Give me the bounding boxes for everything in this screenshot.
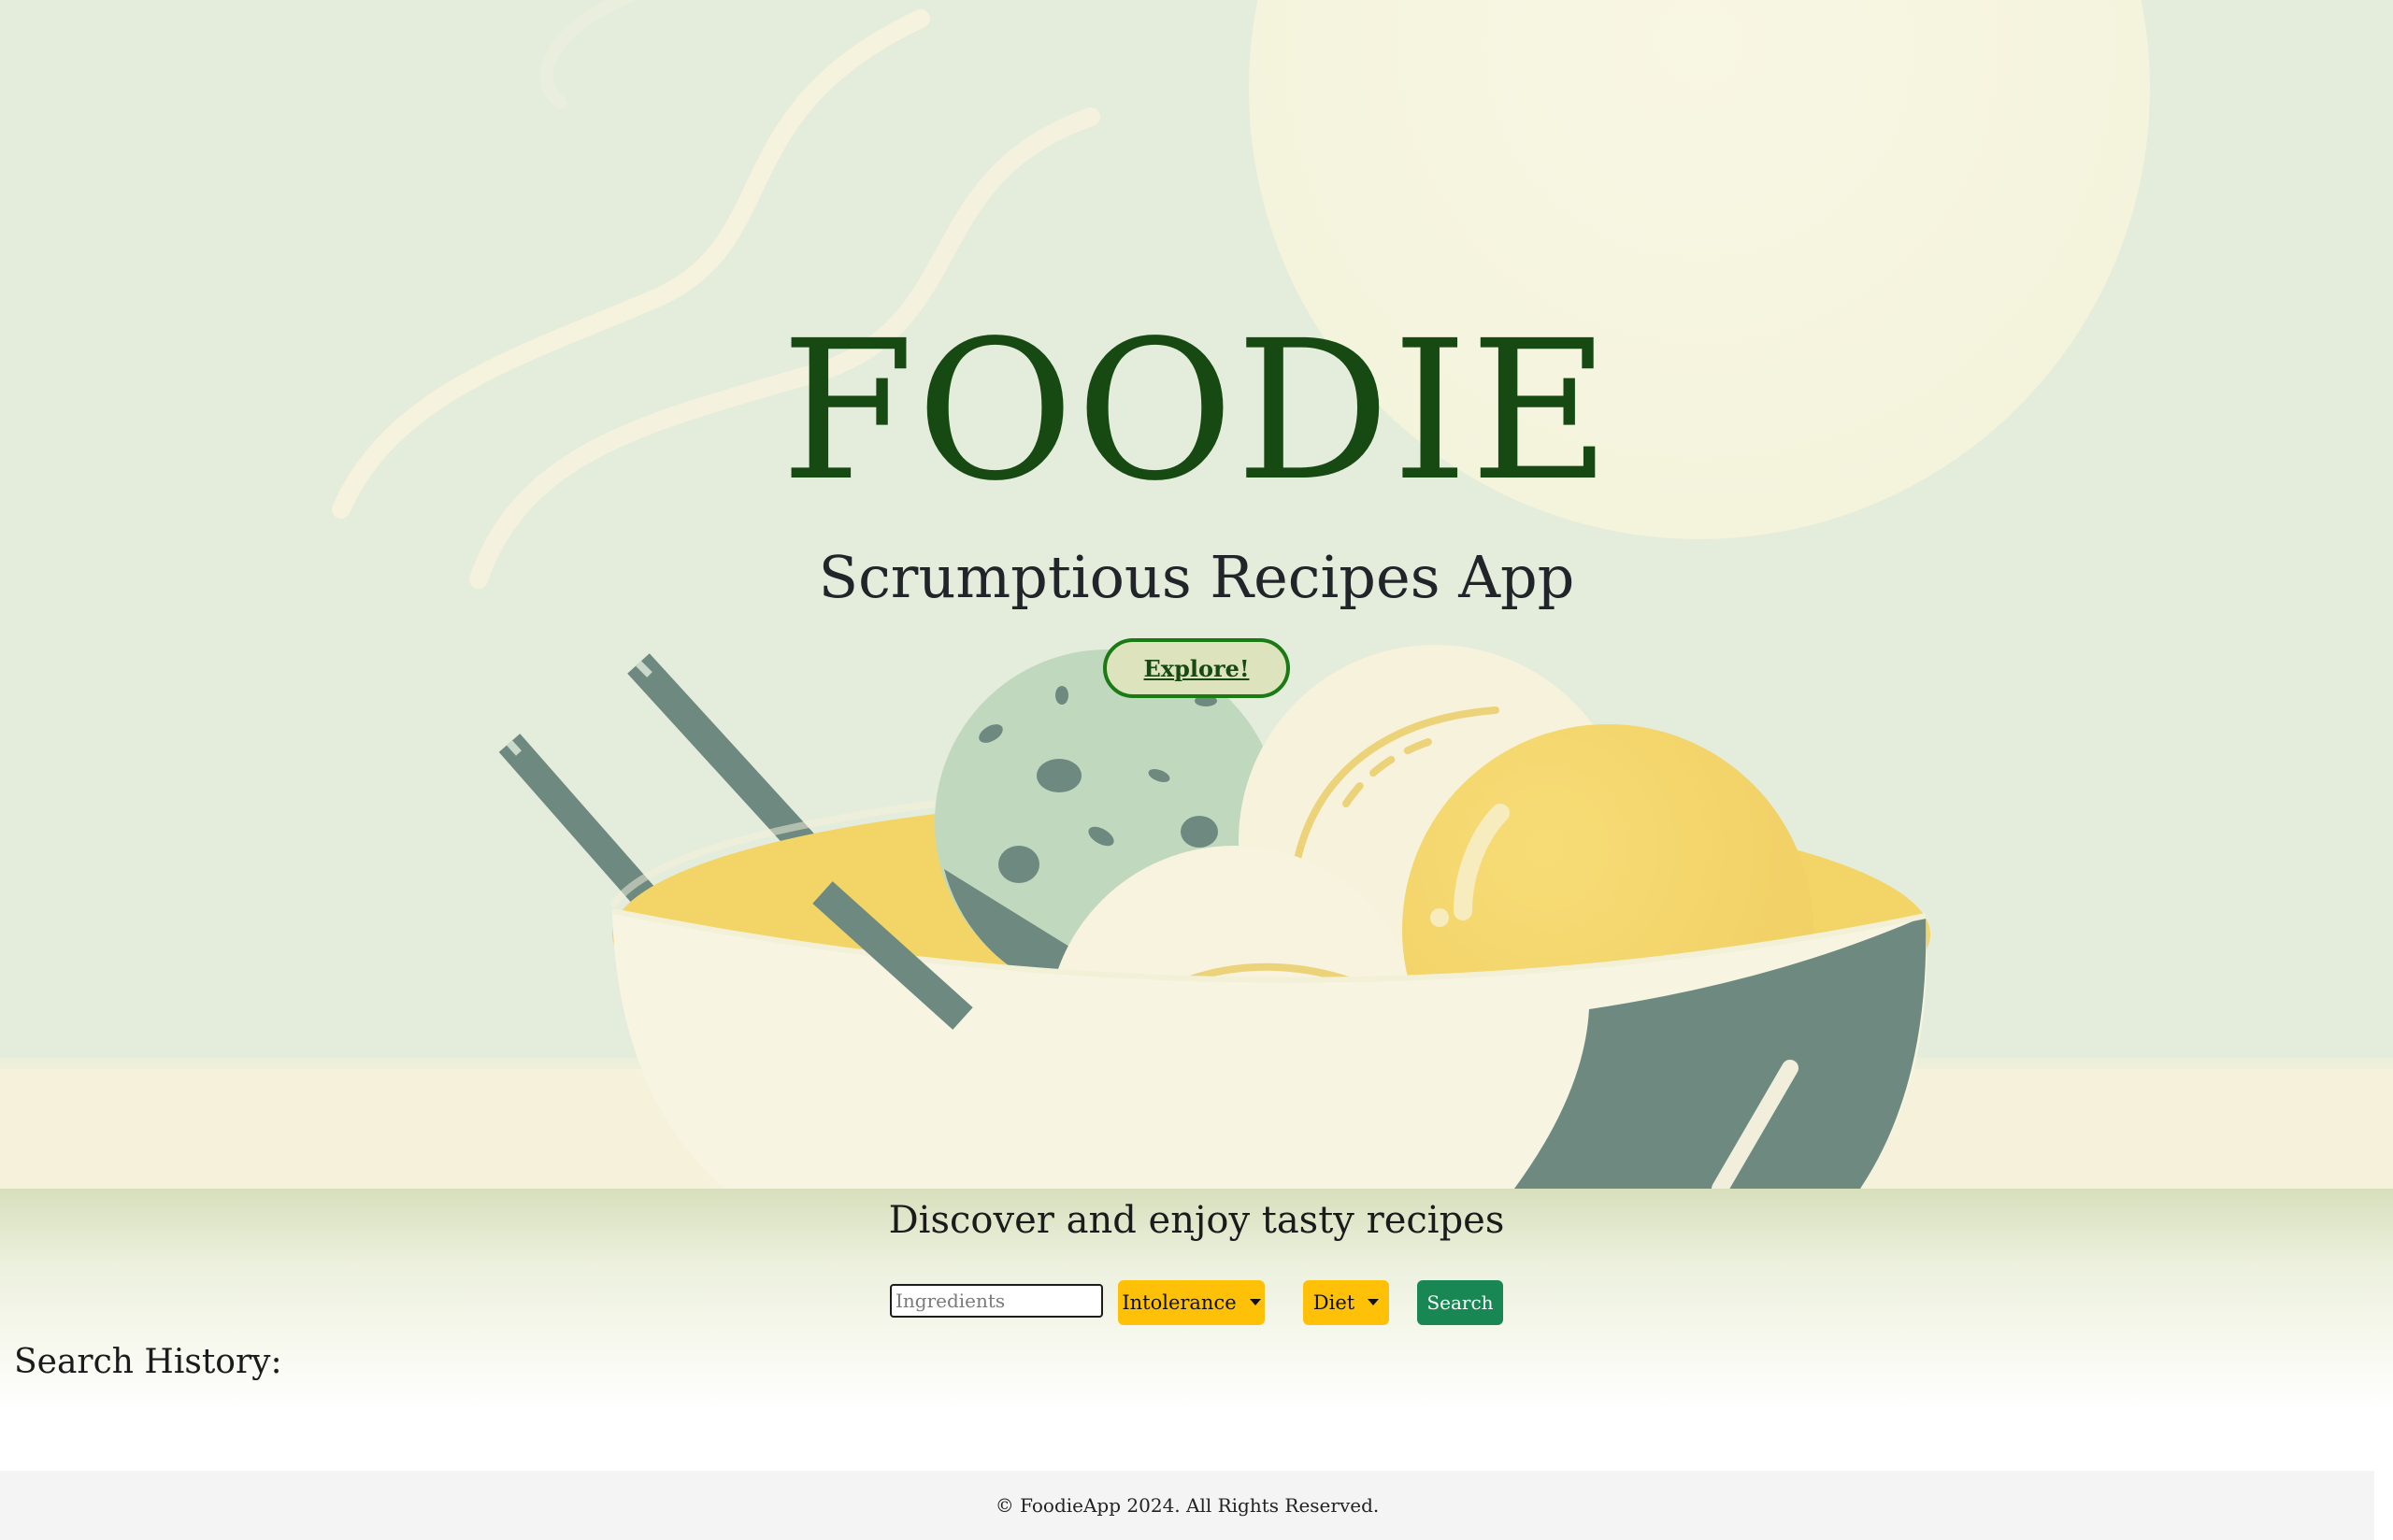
caret-down-icon <box>1249 1298 1261 1305</box>
caret-down-icon <box>1368 1298 1380 1305</box>
search-button[interactable]: Search <box>1417 1280 1503 1325</box>
explore-button[interactable]: Explore! <box>1103 638 1290 698</box>
intolerance-dropdown-label: Intolerance <box>1122 1291 1237 1314</box>
search-history-label: Search History: <box>14 1343 282 1381</box>
hero-section: FOODIE Scrumptious Recipes App Explore! <box>0 0 2393 1189</box>
footer-copyright: © FoodieApp 2024. All Rights Reserved. <box>995 1494 1380 1517</box>
footer: © FoodieApp 2024. All Rights Reserved. <box>0 1471 2374 1540</box>
search-tagline: Discover and enjoy tasty recipes <box>888 1199 1505 1242</box>
app-title: FOODIE <box>781 299 1612 523</box>
ingredients-input[interactable] <box>890 1284 1103 1318</box>
app-subtitle: Scrumptious Recipes App <box>818 543 1575 611</box>
diet-dropdown[interactable]: Diet <box>1303 1280 1389 1325</box>
diet-dropdown-label: Diet <box>1312 1291 1355 1314</box>
intolerance-dropdown[interactable]: Intolerance <box>1118 1280 1265 1325</box>
